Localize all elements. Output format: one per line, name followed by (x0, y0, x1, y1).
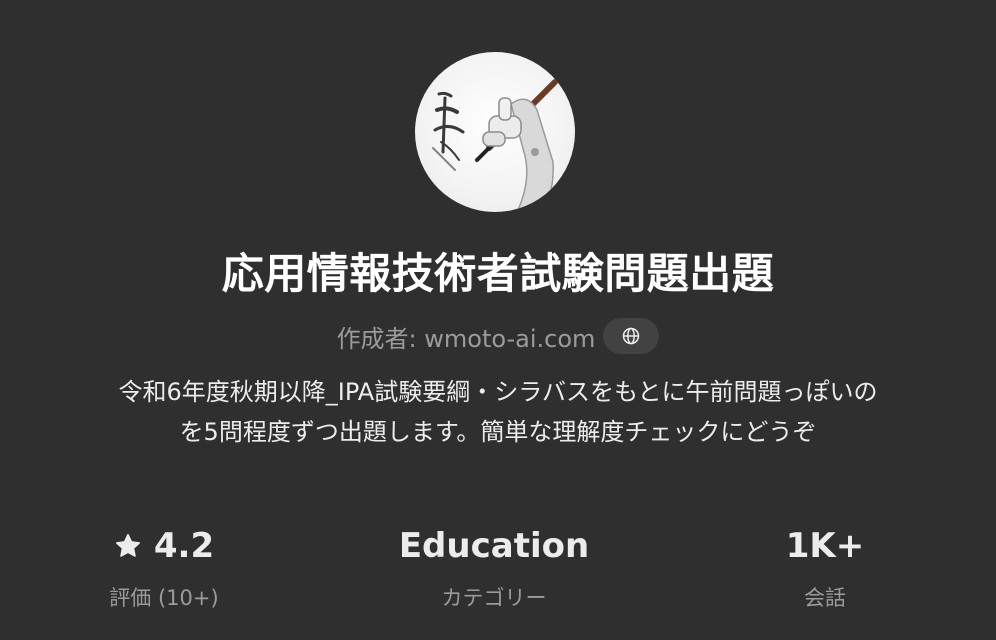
author-row: 作成者: wmoto-ai.com (0, 317, 996, 355)
website-link-button[interactable] (603, 318, 660, 354)
globe-icon (623, 327, 640, 345)
description-line: を5問程度ずつ出題します。簡単な理解度チェックにどうぞ (179, 418, 817, 446)
robot-calligraphy-avatar (432, 79, 558, 212)
conversations-label: 会話 (804, 586, 846, 610)
rating-value: 4.2 (153, 526, 215, 566)
gpt-title: 応用情報技術者試験問題出題 (221, 249, 775, 298)
author-label: 作成者: wmoto-ai.com (336, 324, 596, 353)
conversations-value: 1K+ (785, 526, 865, 566)
category-stat: Education カテゴリー (344, 522, 644, 612)
conversations-stat: 1K+ 会話 (675, 522, 975, 612)
stats-row: 4.2 評価 (10+) Education カテゴリー 1K+ 会話 (0, 522, 996, 622)
category-value: Education (398, 526, 590, 566)
gpt-avatar (415, 52, 575, 212)
category-label: カテゴリー (441, 586, 547, 610)
rating-label: 評価 (10+) (109, 586, 219, 610)
rating-stat: 4.2 評価 (10+) (14, 522, 314, 612)
star-icon (115, 534, 140, 557)
gpt-description: 令和6年度秋期以降_IPA試験要綱・シラバスをもとに午前問題っぽいの を5問程度… (40, 372, 956, 452)
description-line: 令和6年度秋期以降_IPA試験要綱・シラバスをもとに午前問題っぽいの (118, 378, 878, 406)
